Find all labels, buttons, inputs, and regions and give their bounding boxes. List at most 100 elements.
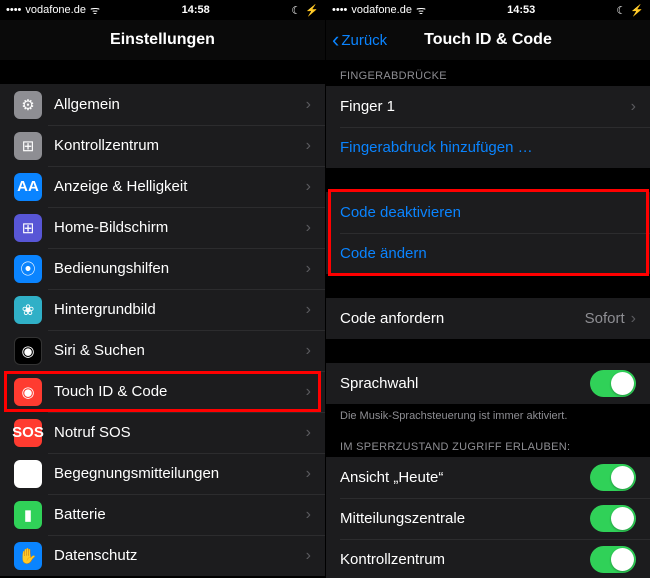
exposure-icon: ✽ <box>14 460 42 488</box>
label: Finger 1 <box>340 98 631 115</box>
settings-row-home[interactable]: ⊞ Home-Bildschirm› <box>0 207 325 248</box>
toggle[interactable] <box>590 464 636 491</box>
status-bar: •••• vodafone.de ᯤ 14:58 ☾ ⚡ <box>0 0 325 20</box>
chevron-right-icon: › <box>631 310 636 328</box>
settings-row-control[interactable]: ⊞ Kontrollzentrum› <box>0 125 325 166</box>
chevron-right-icon: › <box>306 547 311 565</box>
chevron-right-icon: › <box>306 465 311 483</box>
gear-icon: ⚙︎ <box>14 91 42 119</box>
chevron-right-icon: › <box>631 98 636 116</box>
section-lock: IM SPERRZUSTAND ZUGRIFF ERLAUBEN: <box>326 431 650 457</box>
row-finger1[interactable]: Finger 1 › <box>326 86 650 127</box>
label: Datenschutz <box>54 547 306 564</box>
battery-icon: ▮ <box>14 501 42 529</box>
label: Allgemein <box>54 96 306 113</box>
siri-icon: ◉ <box>14 337 42 365</box>
toggle[interactable] <box>590 546 636 573</box>
nav-header: Einstellungen <box>0 20 325 60</box>
chevron-right-icon: › <box>306 301 311 319</box>
signal-icon: •••• <box>6 4 21 16</box>
label: Touch ID & Code <box>54 383 306 400</box>
settings-row-gear[interactable]: ⚙︎ Allgemein› <box>0 84 325 125</box>
row-lock-mitteilungszentrale[interactable]: Mitteilungszentrale <box>326 498 650 539</box>
nav-header: ‹ Zurück Touch ID & Code <box>326 20 650 60</box>
back-button[interactable]: ‹ Zurück <box>332 29 387 51</box>
settings-row-accessibility[interactable]: ⦿ Bedienungshilfen› <box>0 248 325 289</box>
wifi-icon: ᯤ <box>416 3 426 18</box>
chevron-right-icon: › <box>306 219 311 237</box>
chevron-right-icon: › <box>306 178 311 196</box>
settings-row-privacy[interactable]: ✋ Datenschutz› <box>0 535 325 576</box>
touchid-list: FINGERABDRÜCKE Finger 1 › Fingerabdruck … <box>326 60 650 578</box>
phone-right-touchid: •••• vodafone.de ᯤ 14:53 ☾ ⚡ ‹ Zurück To… <box>325 0 650 578</box>
label: Begegnungsmitteilungen <box>54 465 306 482</box>
chevron-right-icon: › <box>306 137 311 155</box>
page-title: Touch ID & Code <box>424 31 552 49</box>
row-require-code[interactable]: Code anfordern Sofort › <box>326 298 650 339</box>
toggle-voice[interactable] <box>590 370 636 397</box>
label: Kontrollzentrum <box>54 137 306 154</box>
chevron-right-icon: › <box>306 260 311 278</box>
settings-row-siri[interactable]: ◉ Siri & Suchen› <box>0 330 325 371</box>
label: Code anfordern <box>340 310 585 327</box>
voice-footer: Die Musik-Sprachsteuerung ist immer akti… <box>326 404 650 431</box>
moon-icon: ☾ <box>616 4 626 17</box>
back-label: Zurück <box>341 32 387 49</box>
chevron-right-icon: › <box>306 342 311 360</box>
moon-icon: ☾ <box>291 4 301 17</box>
detail: Sofort <box>585 310 625 327</box>
toggle[interactable] <box>590 505 636 532</box>
label: Kontrollzentrum <box>340 551 590 568</box>
chevron-right-icon: › <box>306 506 311 524</box>
battery-icon: ⚡ <box>305 4 319 17</box>
page-title: Einstellungen <box>110 31 215 49</box>
settings-row-sos[interactable]: SOS Notruf SOS› <box>0 412 325 453</box>
label: Home-Bildschirm <box>54 219 306 236</box>
label: Hintergrundbild <box>54 301 306 318</box>
row-add-fingerprint[interactable]: Fingerabdruck hinzufügen … <box>326 127 650 168</box>
chevron-right-icon: › <box>306 383 311 401</box>
status-bar: •••• vodafone.de ᯤ 14:53 ☾ ⚡ <box>326 0 650 20</box>
settings-row-touchid[interactable]: ◉ Touch ID & Code› <box>0 371 325 412</box>
status-time: 14:53 <box>507 4 535 16</box>
row-code-off[interactable]: Code deaktivieren <box>326 192 650 233</box>
label: Code deaktivieren <box>340 204 636 221</box>
wallpaper-icon: ❀ <box>14 296 42 324</box>
label: Batterie <box>54 506 306 523</box>
carrier: vodafone.de <box>351 4 412 16</box>
label: Siri & Suchen <box>54 342 306 359</box>
carrier: vodafone.de <box>25 4 86 16</box>
label: Fingerabdruck hinzufügen … <box>340 139 636 156</box>
status-time: 14:58 <box>182 4 210 16</box>
section-fingerprints: FINGERABDRÜCKE <box>326 60 650 86</box>
row-lock-kontrollzentrum[interactable]: Kontrollzentrum <box>326 539 650 578</box>
control-icon: ⊞ <box>14 132 42 160</box>
battery-icon: ⚡ <box>630 4 644 17</box>
label: Code ändern <box>340 245 636 262</box>
settings-row-display[interactable]: AA Anzeige & Helligkeit› <box>0 166 325 207</box>
row-code-change[interactable]: Code ändern <box>326 233 650 274</box>
settings-list: ⚙︎Allgemein›⊞Kontrollzentrum›AAAnzeige &… <box>0 84 325 578</box>
settings-row-exposure[interactable]: ✽ Begegnungsmitteilungen› <box>0 453 325 494</box>
sos-icon: SOS <box>14 419 42 447</box>
chevron-right-icon: › <box>306 424 311 442</box>
settings-row-wallpaper[interactable]: ❀ Hintergrundbild› <box>0 289 325 330</box>
label: Mitteilungszentrale <box>340 510 590 527</box>
label: Notruf SOS <box>54 424 306 441</box>
privacy-icon: ✋ <box>14 542 42 570</box>
touchid-icon: ◉ <box>14 378 42 406</box>
signal-icon: •••• <box>332 4 347 16</box>
label: Ansicht „Heute“ <box>340 469 590 486</box>
row-lock-ansicht-heute-[interactable]: Ansicht „Heute“ <box>326 457 650 498</box>
accessibility-icon: ⦿ <box>14 255 42 283</box>
chevron-left-icon: ‹ <box>332 29 339 51</box>
row-voice[interactable]: Sprachwahl <box>326 363 650 404</box>
settings-row-battery[interactable]: ▮ Batterie› <box>0 494 325 535</box>
label: Anzeige & Helligkeit <box>54 178 306 195</box>
label: Bedienungshilfen <box>54 260 306 277</box>
chevron-right-icon: › <box>306 96 311 114</box>
display-icon: AA <box>14 173 42 201</box>
phone-left-settings: •••• vodafone.de ᯤ 14:58 ☾ ⚡ Einstellung… <box>0 0 325 578</box>
wifi-icon: ᯤ <box>90 3 100 18</box>
home-icon: ⊞ <box>14 214 42 242</box>
